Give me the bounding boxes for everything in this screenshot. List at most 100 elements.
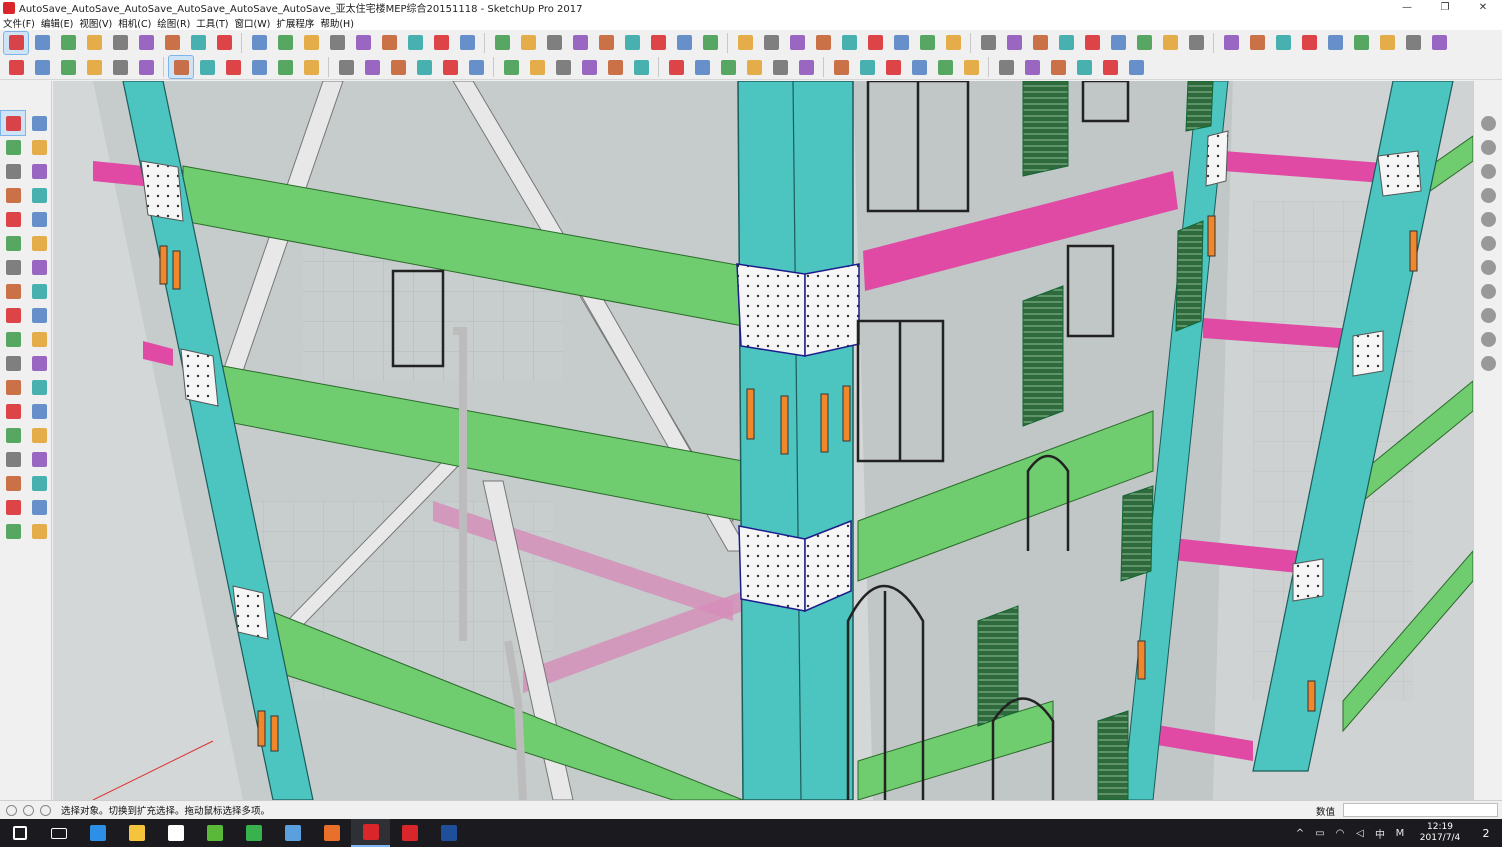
styles-button[interactable] [1297,32,1321,54]
window-button[interactable] [273,56,297,78]
orbit-tool[interactable] [1,423,25,447]
select-tool[interactable] [0,110,26,136]
model-viewport[interactable] [53,81,1473,800]
video-player-taskbar-button[interactable] [234,819,273,847]
axes-tool[interactable] [1,399,25,423]
solid-union-button[interactable] [1132,32,1156,54]
firefox-taskbar-button[interactable] [312,819,351,847]
valve-button[interactable] [464,56,488,78]
leaf-button[interactable] [829,56,853,78]
circle-tool[interactable] [1,207,25,231]
walk-small-button[interactable] [1475,279,1501,303]
cable-tray-button[interactable] [603,56,627,78]
paint-bucket-tool[interactable] [1,135,25,159]
task-view-taskbar-button[interactable] [39,819,78,847]
section-plane-tool[interactable] [27,519,51,543]
tray-battery-icon[interactable]: ▭ [1310,819,1330,847]
tray-up-icon[interactable]: ^ [1290,819,1310,847]
floor-button[interactable] [221,56,245,78]
sensor-button[interactable] [959,56,983,78]
line-tool[interactable] [1,159,25,183]
menu-camera[interactable]: 相机(C) [115,16,154,30]
walk-tool[interactable] [1,519,25,543]
hidden-line-button[interactable] [889,32,913,54]
sketchup-taskbar-button[interactable] [351,819,390,847]
zoom-window-tool[interactable] [27,447,51,471]
push-pull-tool[interactable] [27,279,51,303]
xray-button[interactable] [837,32,861,54]
column-button[interactable] [386,56,410,78]
tray-volume-icon[interactable]: ◁ [1350,819,1370,847]
section-3-button[interactable] [1475,351,1501,375]
filter-button[interactable] [1020,56,1044,78]
camera-button[interactable] [1401,32,1425,54]
move-button[interactable] [186,32,210,54]
model-scene[interactable] [53,81,1473,800]
stamp-button[interactable] [1054,32,1078,54]
file-explorer-taskbar-button[interactable] [117,819,156,847]
ime-language[interactable]: 中 [1370,819,1390,847]
arc-tool[interactable] [1,231,25,255]
grass-button[interactable] [768,56,792,78]
section-plane-button[interactable] [733,32,757,54]
three-point-arc-tool[interactable] [1,255,25,279]
paint-bucket-button[interactable] [325,32,349,54]
check-button[interactable] [1475,231,1501,255]
structure-button[interactable] [690,56,714,78]
entity-info-button[interactable] [134,56,158,78]
smoove-button[interactable] [1080,32,1104,54]
tag-button[interactable] [1046,56,1070,78]
geo-location-icon[interactable] [6,804,17,816]
minimize-button[interactable]: — [1388,0,1426,15]
zoom-extents-button[interactable] [429,32,453,54]
3d-text-tool[interactable] [27,399,51,423]
sandbox-button[interactable] [1002,32,1026,54]
move-tool[interactable] [1,279,25,303]
protractor-tool[interactable] [1,375,25,399]
scene-button[interactable] [1375,32,1399,54]
warehouse-button[interactable] [455,32,479,54]
solid-subtract-button[interactable] [1158,32,1182,54]
tank-button[interactable] [933,56,957,78]
pie-tool[interactable] [27,255,51,279]
layout-button[interactable] [516,32,540,54]
scale-button[interactable] [247,32,271,54]
pump-button[interactable] [907,56,931,78]
shield-button[interactable] [1098,56,1122,78]
duct-button[interactable] [412,56,436,78]
menu-tools[interactable]: 工具(T) [193,16,231,30]
edge-taskbar-button[interactable] [78,819,117,847]
rectangle-button[interactable] [108,32,132,54]
stair-button[interactable] [299,56,323,78]
fitting-button[interactable] [499,56,523,78]
iso-view-button[interactable] [568,32,592,54]
tee-button[interactable] [525,56,549,78]
user-icon[interactable] [40,804,51,816]
zoom-tool[interactable] [1,447,25,471]
badge-button[interactable] [1124,56,1148,78]
sun-button[interactable] [1349,32,1373,54]
flip-button[interactable] [1106,32,1130,54]
rotate-tool[interactable] [1,303,25,327]
orbit-button[interactable] [351,32,375,54]
layer-button[interactable] [82,56,106,78]
make-component-tool[interactable] [27,111,51,135]
beam-button[interactable] [360,56,384,78]
scale-tool[interactable] [1,327,25,351]
polygon-tool[interactable] [27,207,51,231]
ruby-button[interactable] [542,32,566,54]
flower-button[interactable] [794,56,818,78]
mail-taskbar-button[interactable] [273,819,312,847]
select-button[interactable] [3,30,29,55]
component-button[interactable] [4,56,28,78]
drape-button[interactable] [1028,32,1052,54]
rectangle-tool[interactable] [1,183,25,207]
wall-button[interactable] [195,56,219,78]
warning-button[interactable] [1072,56,1096,78]
magnify-button[interactable] [994,56,1018,78]
menu-draw[interactable]: 绘图(R) [154,16,193,30]
zoom-extents-tool[interactable] [1,471,25,495]
shadow-button[interactable] [785,32,809,54]
tape-measure-button[interactable] [273,32,297,54]
restore-button[interactable]: ❐ [1426,0,1464,15]
